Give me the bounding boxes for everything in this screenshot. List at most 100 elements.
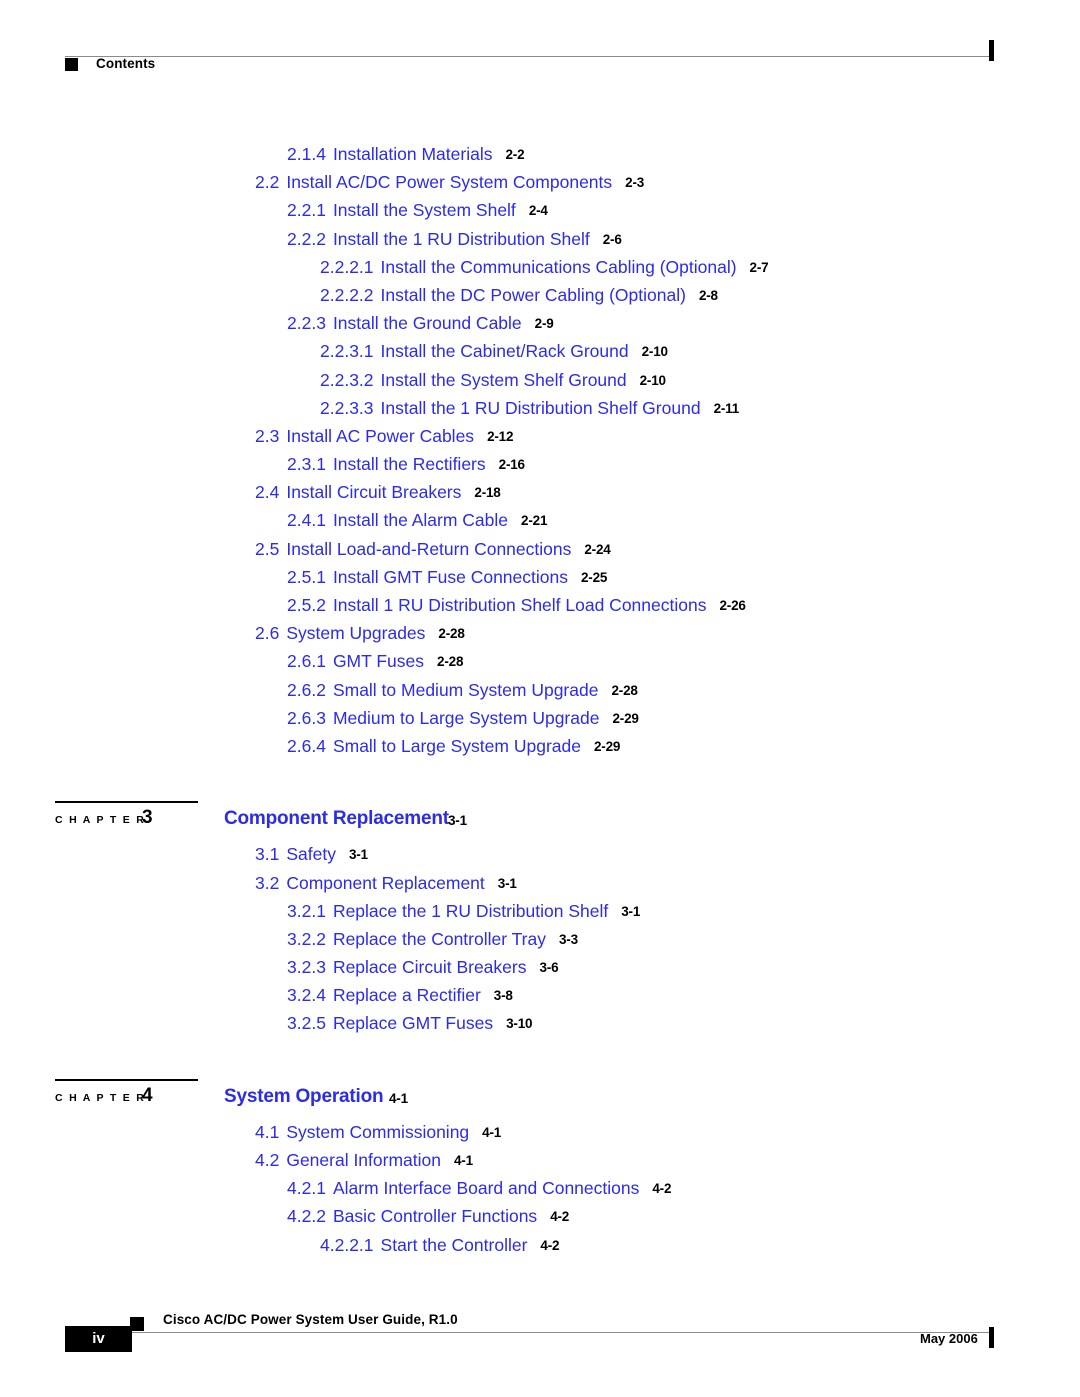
toc-entry-title: Installation Materials <box>332 144 493 164</box>
toc-entry[interactable]: 4.2.2 Basic Controller Functions 4-2 <box>0 1206 1080 1234</box>
toc-entry[interactable]: 4.1 System Commissioning 4-1 <box>0 1122 1080 1150</box>
toc-entry[interactable]: 2.4.1 Install the Alarm Cable 2-21 <box>0 510 1080 538</box>
toc-entry-number: 2.1.4 <box>287 144 326 164</box>
toc-entry-page-number: 3-10 <box>506 1016 533 1032</box>
toc-entry-page-number: 2-24 <box>584 541 611 557</box>
toc-entry-page-number: 2-28 <box>611 682 638 698</box>
toc-entry-number: 2.2.2.1 <box>320 256 374 277</box>
toc-entry-number: 2.6 <box>255 623 280 644</box>
toc-entry[interactable]: 4.2.2.1 Start the Controller 4-2 <box>0 1235 1080 1263</box>
toc-entry-page-number: 2-12 <box>487 428 514 444</box>
toc-entry-page-number: 4-1 <box>454 1153 473 1168</box>
toc-entry[interactable]: 2.1.4 Installation Materials 2-2 <box>0 144 1080 172</box>
toc-entry[interactable]: 3.1 Safety 3-1 <box>0 844 1080 872</box>
toc-entry-page-number: 2-28 <box>438 626 465 642</box>
toc-entry[interactable]: 3.2.3 Replace Circuit Breakers 3-6 <box>0 957 1080 985</box>
guide-title: Cisco AC/DC Power System User Guide, R1.… <box>163 1312 458 1327</box>
toc-entry-title: Install the 1 RU Distribution Shelf <box>332 228 590 249</box>
toc-entry-page-number: 2-29 <box>612 710 639 726</box>
toc-entry[interactable]: 2.2 Install AC/DC Power System Components… <box>0 172 1080 200</box>
toc-entry[interactable]: 4.2 General Information 4-1 <box>0 1150 1080 1178</box>
toc-entry-title: Install GMT Fuse Connections <box>332 566 568 587</box>
chapter-label: C H A P T E R <box>55 814 146 827</box>
toc-entry-title: Install the Rectifiers <box>332 454 486 475</box>
chapter-number: 4 <box>142 1084 153 1106</box>
toc-entry-page-number: 2-4 <box>528 203 548 219</box>
chapter-title[interactable]: System Operation <box>224 1086 384 1108</box>
chapter-title[interactable]: Component Replacement <box>224 808 449 830</box>
header-divider <box>65 56 992 57</box>
footer-edge-tick-mark <box>989 1327 994 1348</box>
toc-entry[interactable]: 3.2.1 Replace the 1 RU Distribution Shelf… <box>0 901 1080 929</box>
toc-entry-title: Install Load-and-Return Connections <box>286 538 572 559</box>
toc-entry-title: Basic Controller Functions <box>332 1206 538 1227</box>
toc-entry-number: 4.2 <box>255 1150 280 1170</box>
toc-entry-page-number: 2-16 <box>498 457 525 473</box>
toc-entry-number: 2.6.2 <box>287 679 326 700</box>
toc-entry[interactable]: 2.6.1 GMT Fuses 2-28 <box>0 651 1080 679</box>
toc-entry-page-number: 2-10 <box>639 372 666 388</box>
toc-entry[interactable]: 2.3.1 Install the Rectifiers 2-16 <box>0 454 1080 482</box>
toc-entry-number: 3.1 <box>255 844 280 865</box>
chapter-rule <box>55 801 198 804</box>
toc-entry-number: 2.3 <box>255 425 280 446</box>
toc-entry-number: 2.4.1 <box>287 510 326 531</box>
toc-entry-page-number: 4-2 <box>550 1209 570 1225</box>
chapter-page-number: 3-1 <box>448 813 467 829</box>
toc-entry[interactable]: 2.6.3 Medium to Large System Upgrade 2-29 <box>0 708 1080 736</box>
toc-entry[interactable]: 2.2.2 Install the 1 RU Distribution Shelf… <box>0 229 1080 257</box>
toc-entry[interactable]: 4.2.1 Alarm Interface Board and Connectio… <box>0 1178 1080 1206</box>
chapter-heading[interactable]: C H A P T E R 3 Component Replacement 3-1 <box>0 801 1080 838</box>
toc-entry-number: 2.6.4 <box>287 735 326 756</box>
toc-entry[interactable]: 2.4 Install Circuit Breakers 2-18 <box>0 482 1080 510</box>
chapter-spacer <box>0 764 1080 810</box>
toc-entry-title: Install AC Power Cables <box>286 425 475 446</box>
toc-entry-number: 2.3.1 <box>287 454 326 475</box>
toc-entry[interactable]: 3.2.5 Replace GMT Fuses 3-10 <box>0 1013 1080 1041</box>
toc-entry[interactable]: 2.6 System Upgrades 2-28 <box>0 623 1080 651</box>
toc-entry-page-number: 3-3 <box>558 931 578 947</box>
toc-entry[interactable]: 2.2.3.2 Install the System Shelf Ground 2-… <box>0 370 1080 398</box>
toc-entry-title: Small to Large System Upgrade <box>332 735 581 756</box>
toc-entry[interactable]: 2.5 Install Load-and-Return Connections 2-… <box>0 539 1080 567</box>
toc-entry-page-number: 3-1 <box>621 903 641 919</box>
page-header: Contents <box>0 0 1080 100</box>
toc-entry[interactable]: 2.2.2.2 Install the DC Power Cabling (Opt… <box>0 285 1080 313</box>
toc-entry-title: General Information <box>286 1150 441 1170</box>
toc-entry-number: 3.2 <box>255 872 280 893</box>
toc-entry-page-number: 2-18 <box>474 485 501 501</box>
toc-entry[interactable]: 2.2.3.1 Install the Cabinet/Rack Ground 2-… <box>0 341 1080 369</box>
toc-entry[interactable]: 2.6.4 Small to Large System Upgrade 2-29 <box>0 736 1080 764</box>
toc-entry[interactable]: 2.2.3.3 Install the 1 RU Distribution She… <box>0 398 1080 426</box>
toc-entry-title: Medium to Large System Upgrade <box>332 707 600 728</box>
toc-entry[interactable]: 2.5.1 Install GMT Fuse Connections 2-25 <box>0 567 1080 595</box>
toc-entry[interactable]: 3.2 Component Replacement 3-1 <box>0 873 1080 901</box>
toc-entry-number: 3.2.2 <box>287 928 326 949</box>
toc-entry[interactable]: 3.2.4 Replace a Rectifier 3-8 <box>0 985 1080 1013</box>
toc-entry-title: Install AC/DC Power System Components <box>286 172 613 193</box>
toc-entry-number: 2.4 <box>255 482 280 503</box>
toc-entry[interactable]: 2.3 Install AC Power Cables 2-12 <box>0 426 1080 454</box>
toc-entry-title: Safety <box>286 844 336 865</box>
chapter-page-number: 4-1 <box>389 1090 408 1106</box>
toc-entry-title: Install Circuit Breakers <box>286 482 462 503</box>
chapter-heading[interactable]: C H A P T E R 4 System Operation 4-1 <box>0 1078 1080 1116</box>
toc-entry-title: Install the System Shelf Ground <box>380 369 627 390</box>
toc-entry[interactable]: 2.2.3 Install the Ground Cable 2-9 <box>0 313 1080 341</box>
toc-entry-title: Install the Alarm Cable <box>332 510 509 531</box>
toc-entry[interactable]: 2.2.2.1 Install the Communications Cablin… <box>0 257 1080 285</box>
toc-entry[interactable]: 2.5.2 Install 1 RU Distribution Shelf Loa… <box>0 595 1080 623</box>
toc-entry-number: 2.2.1 <box>287 200 326 221</box>
toc-entry-page-number: 2-29 <box>593 738 621 754</box>
toc-entry-title: Replace the Controller Tray <box>332 928 546 949</box>
toc-entry-page-number: 2-2 <box>505 147 525 162</box>
toc-entry[interactable]: 2.6.2 Small to Medium System Upgrade 2-28 <box>0 680 1080 708</box>
toc-entry-page-number: 4-2 <box>652 1181 672 1197</box>
toc-entry-page-number: 4-2 <box>540 1237 560 1253</box>
toc-entry-page-number: 2-11 <box>713 400 740 416</box>
toc-entry-number: 2.2.2 <box>287 228 326 249</box>
table-of-contents: 2.1.4 Installation Materials 2-2 2.2 Install… <box>0 144 1080 1263</box>
chapter-label: C H A P T E R <box>55 1091 146 1104</box>
toc-entry[interactable]: 3.2.2 Replace the Controller Tray 3-3 <box>0 929 1080 957</box>
toc-entry[interactable]: 2.2.1 Install the System Shelf 2-4 <box>0 200 1080 228</box>
